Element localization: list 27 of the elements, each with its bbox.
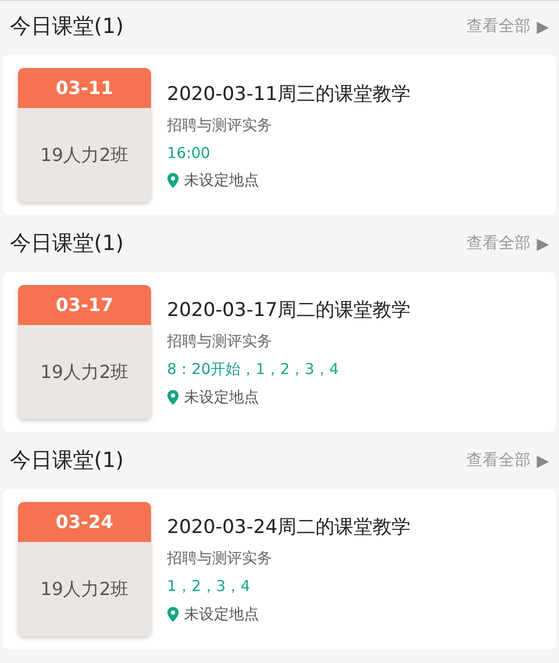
location-pin-icon (167, 390, 179, 405)
lesson-title: 2020-03-11周三的课堂教学 (167, 82, 410, 106)
lesson-title: 2020-03-17周二的课堂教学 (167, 298, 410, 323)
section-title: 今日课堂(1) (10, 13, 124, 40)
date-label: 03-17 (18, 285, 151, 325)
course-name: 招聘与测评实务 (167, 116, 273, 134)
section-title: 今日课堂(1) (10, 447, 124, 474)
class-name: 19人力2班 (18, 542, 151, 636)
class-card[interactable]: 03-24 19人力2班 2020-03-24周二的课堂教学 招聘与测评实务 1，2，3，4 未设定地点 (3, 489, 556, 649)
class-name: 19人力2班 (18, 325, 151, 419)
lesson-title: 2020-03-24周二的课堂教学 (167, 515, 410, 540)
class-card[interactable]: 03-11 19人力2班 2020-03-11周三的课堂教学 招聘与测评实务 16:00 未设定地点 (3, 55, 556, 215)
section-title: 今日课堂(1) (10, 230, 124, 257)
schedule-text: 1，2，3，4 (167, 577, 252, 596)
date-label: 03-24 (18, 502, 151, 542)
location-text: 未设定地点 (184, 388, 259, 407)
location-pin-icon (167, 607, 179, 622)
location-text: 未设定地点 (184, 605, 259, 624)
location-text: 未设定地点 (184, 170, 259, 190)
schedule-text: 8：20开始，1，2，3，4 (167, 360, 340, 379)
course-name: 招聘与测评实务 (167, 332, 273, 351)
location-pin-icon (167, 172, 179, 188)
course-name: 招聘与测评实务 (167, 549, 273, 568)
class-name: 19人力2班 (18, 108, 151, 202)
schedule-text: 16:00 (167, 144, 212, 162)
class-card[interactable]: 03-17 19人力2班 2020-03-17周二的课堂教学 招聘与测评实务 8：20开始，1，2，3，4 未设定地点 (3, 272, 556, 432)
date-label: 03-11 (18, 68, 151, 108)
